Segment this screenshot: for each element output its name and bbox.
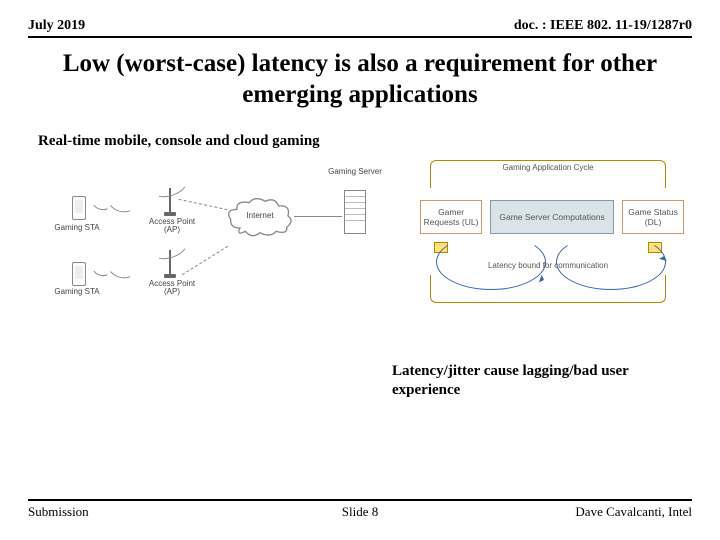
device-icon (72, 262, 86, 286)
link-line (182, 245, 228, 274)
header-date: July 2019 (28, 18, 85, 34)
latency-cycle-diagram: Gaming Application Cycle Gamer Requests … (414, 160, 682, 305)
gaming-sta-label-1: Gaming STA (52, 224, 102, 233)
slide-header: July 2019 doc. : IEEE 802. 11-19/1287r0 (28, 18, 692, 38)
server-computations-box: Game Server Computations (490, 200, 614, 234)
arrowhead-icon (659, 251, 669, 261)
network-diagram: Gaming STA Gaming STA Access Point (AP) … (48, 160, 402, 305)
gaming-sta-label-2: Gaming STA (52, 288, 102, 297)
link-line (294, 216, 342, 217)
device-icon (72, 196, 86, 220)
slide-footer: Submission Slide 8 Dave Cavalcanti, Inte… (28, 499, 692, 520)
signal-wave-icon (150, 170, 191, 201)
signal-wave-icon (150, 232, 191, 263)
app-cycle-label: Gaming Application Cycle (414, 164, 682, 173)
slide-subheading: Real-time mobile, console and cloud gami… (38, 133, 692, 150)
internet-label: Internet (240, 212, 280, 221)
caption-text: Latency/jitter cause lagging/bad user ex… (392, 362, 682, 400)
ap-label-2: Access Point (AP) (144, 280, 200, 298)
signal-wave-icon (106, 254, 138, 281)
slide-title: Low (worst-case) latency is also a requi… (48, 48, 672, 111)
slide: July 2019 doc. : IEEE 802. 11-19/1287r0 … (0, 0, 720, 540)
gaming-server-label: Gaming Server (310, 168, 400, 177)
footer-center: Slide 8 (28, 504, 692, 520)
signal-wave-icon (106, 188, 138, 215)
gamer-requests-box: Gamer Requests (UL) (420, 200, 482, 234)
game-status-box: Game Status (DL) (622, 200, 684, 234)
server-icon (344, 190, 366, 234)
link-line (178, 198, 227, 209)
ap-label-1: Access Point (AP) (144, 218, 200, 236)
diagram-row: Gaming STA Gaming STA Access Point (AP) … (48, 160, 682, 305)
latency-bound-label: Latency bound for communication (414, 262, 682, 271)
header-docid: doc. : IEEE 802. 11-19/1287r0 (514, 18, 692, 34)
bracket-bottom (430, 275, 666, 303)
